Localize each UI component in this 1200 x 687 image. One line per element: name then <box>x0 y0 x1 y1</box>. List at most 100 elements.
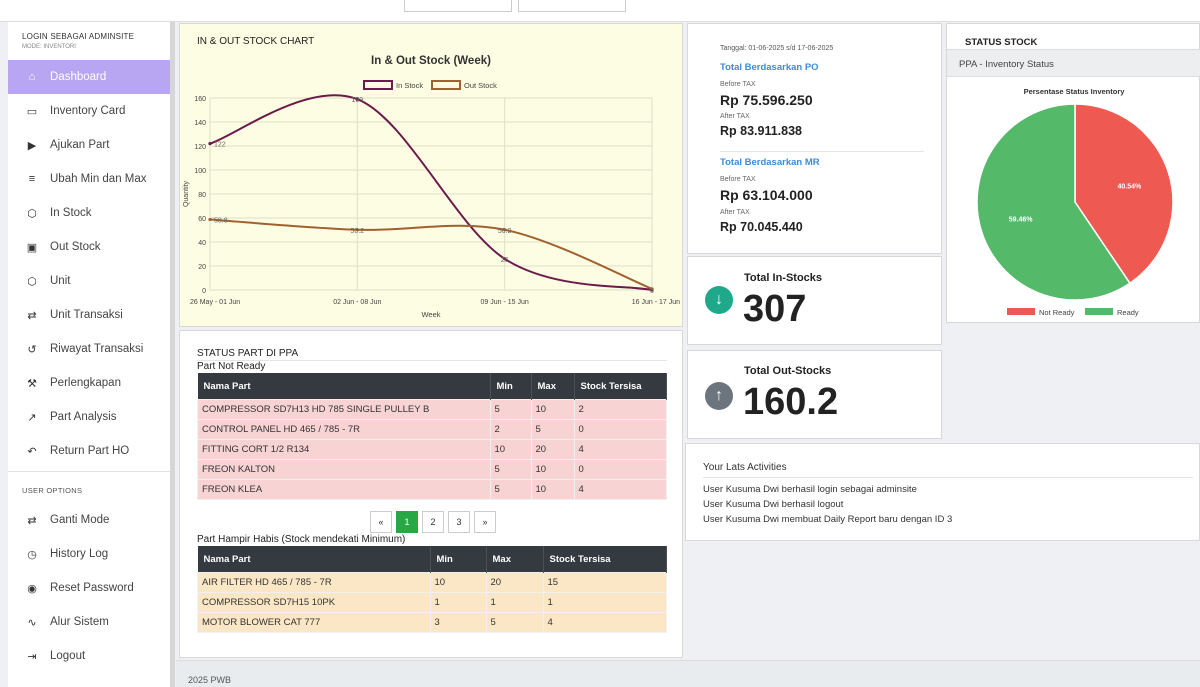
sidebar-scrollbar[interactable] <box>170 22 175 687</box>
y-tick-label: 100 <box>194 168 206 175</box>
activity-item: User Kusuma Dwi berhasil login sebagai a… <box>703 484 917 495</box>
data-point[interactable] <box>208 142 212 146</box>
table-cell: 4 <box>573 479 667 500</box>
table-cell: AIR FILTER HD 465 / 785 - 7R <box>197 572 431 593</box>
sidebar-item-ubah-min-dan-max[interactable]: ≡ Ubah Min dan Max <box>8 162 174 196</box>
sidebar-item-part-analysis[interactable]: ↗ Part Analysis <box>8 400 174 434</box>
col-max[interactable]: Max <box>486 546 544 573</box>
col-stock[interactable]: Stock Tersisa <box>574 373 667 400</box>
sidebar-option-reset-password[interactable]: ◉ Reset Password <box>8 571 174 605</box>
legend-swatch <box>363 80 393 90</box>
sidebar-item-riwayat-transaksi[interactable]: ↺ Riwayat Transaksi <box>8 332 174 366</box>
not-ready-title: Part Not Ready <box>197 361 266 372</box>
y-tick-label: 20 <box>198 264 206 271</box>
play-circle-icon: ▶ <box>27 139 37 152</box>
sidebar-option-history-log[interactable]: ◷ History Log <box>8 537 174 571</box>
col-stock[interactable]: Stock Tersisa <box>543 546 667 573</box>
chart-title: In & Out Stock (Week) <box>371 55 491 67</box>
col-min[interactable]: Min <box>430 546 487 573</box>
y-tick-label: 60 <box>198 216 206 223</box>
nav-label: Part Analysis <box>50 411 117 423</box>
sidebar-item-return-part-ho[interactable]: ↶ Return Part HO <box>8 434 174 468</box>
data-point[interactable] <box>208 217 212 222</box>
table-cell: 10 <box>489 439 532 460</box>
title-divider <box>197 360 667 361</box>
nav-label: Alur Sistem <box>50 616 109 628</box>
in-stock-card: ↓ Total In-Stocks 307 <box>687 256 942 345</box>
y-tick-label: 0 <box>202 288 206 295</box>
x-tick-label: 26 May - 01 Jun <box>190 299 240 306</box>
legend-label[interactable]: Ready <box>1117 308 1139 317</box>
table-cell: 4 <box>542 612 667 633</box>
data-label: 0 <box>650 288 654 295</box>
pagination: «1 2 3» <box>370 511 500 533</box>
top-input-right[interactable] <box>518 0 626 12</box>
y-axis-label: Quantity <box>183 180 190 207</box>
page-prev[interactable]: « <box>370 511 392 533</box>
footer-text: 2025 PWB <box>188 675 232 685</box>
sidebar-item-out-stock[interactable]: ▣ Out Stock <box>8 230 174 264</box>
page-3[interactable]: 3 <box>448 511 470 533</box>
table-cell: 15 <box>542 572 667 593</box>
y-tick-label: 160 <box>194 96 206 103</box>
table-cell: 1 <box>429 592 487 613</box>
nav-label: Reset Password <box>50 582 134 594</box>
out-stock-card: ↑ Total Out-Stocks 160.2 <box>687 350 942 439</box>
box-icon: ▣ <box>26 241 38 254</box>
po-after-label: After TAX <box>720 113 750 120</box>
table-row: FITTING CORT 1/2 R134 10 20 4 <box>197 439 667 460</box>
legend-label[interactable]: Not Ready <box>1039 308 1075 317</box>
undo-icon: ↶ <box>27 445 37 458</box>
mr-title: Total Berdasarkan MR <box>720 157 820 168</box>
status-part-card: STATUS PART DI PPA Part Not Ready Nama P… <box>179 330 683 658</box>
activity-item: User Kusuma Dwi membuat Daily Report bar… <box>703 514 953 525</box>
mr-before-label: Before TAX <box>720 176 756 183</box>
cube-icon: ⬡ <box>27 275 37 288</box>
table-cell: FITTING CORT 1/2 R134 <box>197 439 491 460</box>
po-before-value: Rp 75.596.250 <box>720 92 813 108</box>
page-next[interactable]: » <box>474 511 496 533</box>
col-nama-part[interactable]: Nama Part <box>197 373 491 400</box>
legend-swatch <box>431 80 461 90</box>
table-cell: 10 <box>530 459 575 480</box>
col-max[interactable]: Max <box>531 373 575 400</box>
col-nama-part[interactable]: Nama Part <box>197 546 431 573</box>
page-2[interactable]: 2 <box>422 511 444 533</box>
table-cell: 20 <box>485 572 544 593</box>
sidebar-option-alur-sistem[interactable]: ∿ Alur Sistem <box>8 605 174 639</box>
col-min[interactable]: Min <box>490 373 532 400</box>
login-title: LOGIN SEBAGAI ADMINSITE <box>22 32 135 41</box>
mr-after-value: Rp 70.045.440 <box>720 220 803 234</box>
page-1[interactable]: 1 <box>396 511 418 533</box>
series-line <box>209 94 653 291</box>
x-tick-label: 02 Jun - 08 Jun <box>333 299 381 306</box>
activities-title: Your Lats Activities <box>703 462 787 473</box>
sidebar-item-ajukan-part[interactable]: ▶ Ajukan Part <box>8 128 174 162</box>
sidebar-item-dashboard[interactable]: ⌂ Dashboard <box>8 60 174 94</box>
wrench-icon: ⚒ <box>27 377 37 390</box>
sidebar-item-unit[interactable]: ⬡ Unit <box>8 264 174 298</box>
sidebar-item-in-stock[interactable]: ⬡ In Stock <box>8 196 174 230</box>
x-tick-label: 09 Jun - 15 Jun <box>481 299 529 306</box>
table-cell: COMPRESSOR SD7H15 10PK <box>197 592 431 613</box>
footer: 2025 PWB <box>176 660 1200 687</box>
table-row: CONTROL PANEL HD 465 / 785 - 7R 2 5 0 <box>197 419 667 440</box>
sidebar-item-unit-transaksi[interactable]: ⇄ Unit Transaksi <box>8 298 174 332</box>
table-header-row: Nama Part Min Max Stock Tersisa <box>197 546 667 573</box>
clock-icon: ◷ <box>27 548 37 561</box>
sidebar-option-ganti-mode[interactable]: ⇄ Ganti Mode <box>8 503 174 537</box>
table-row: COMPRESSOR SD7H13 HD 785 SINGLE PULLEY B… <box>197 399 667 420</box>
history-icon: ↺ <box>27 343 37 356</box>
table-cell: MOTOR BLOWER CAT 777 <box>197 612 431 633</box>
top-input-left[interactable] <box>404 0 512 12</box>
table-row: AIR FILTER HD 465 / 785 - 7R 10 20 15 <box>197 572 667 593</box>
legend-label[interactable]: In Stock <box>396 81 423 90</box>
activities-divider <box>703 477 1193 478</box>
legend-label[interactable]: Out Stock <box>464 81 497 90</box>
sidebar-option-logout[interactable]: ⇥ Logout <box>8 639 174 673</box>
sidebar: LOGIN SEBAGAI ADMINSITE MODE: INVENTORI … <box>8 22 174 687</box>
sidebar-item-perlengkapan[interactable]: ⚒ Perlengkapan <box>8 366 174 400</box>
near-min-title: Part Hampir Habis (Stock mendekati Minim… <box>197 534 406 545</box>
table-cell: 10 <box>530 479 575 500</box>
sidebar-item-inventory-card[interactable]: ▭ Inventory Card <box>8 94 174 128</box>
